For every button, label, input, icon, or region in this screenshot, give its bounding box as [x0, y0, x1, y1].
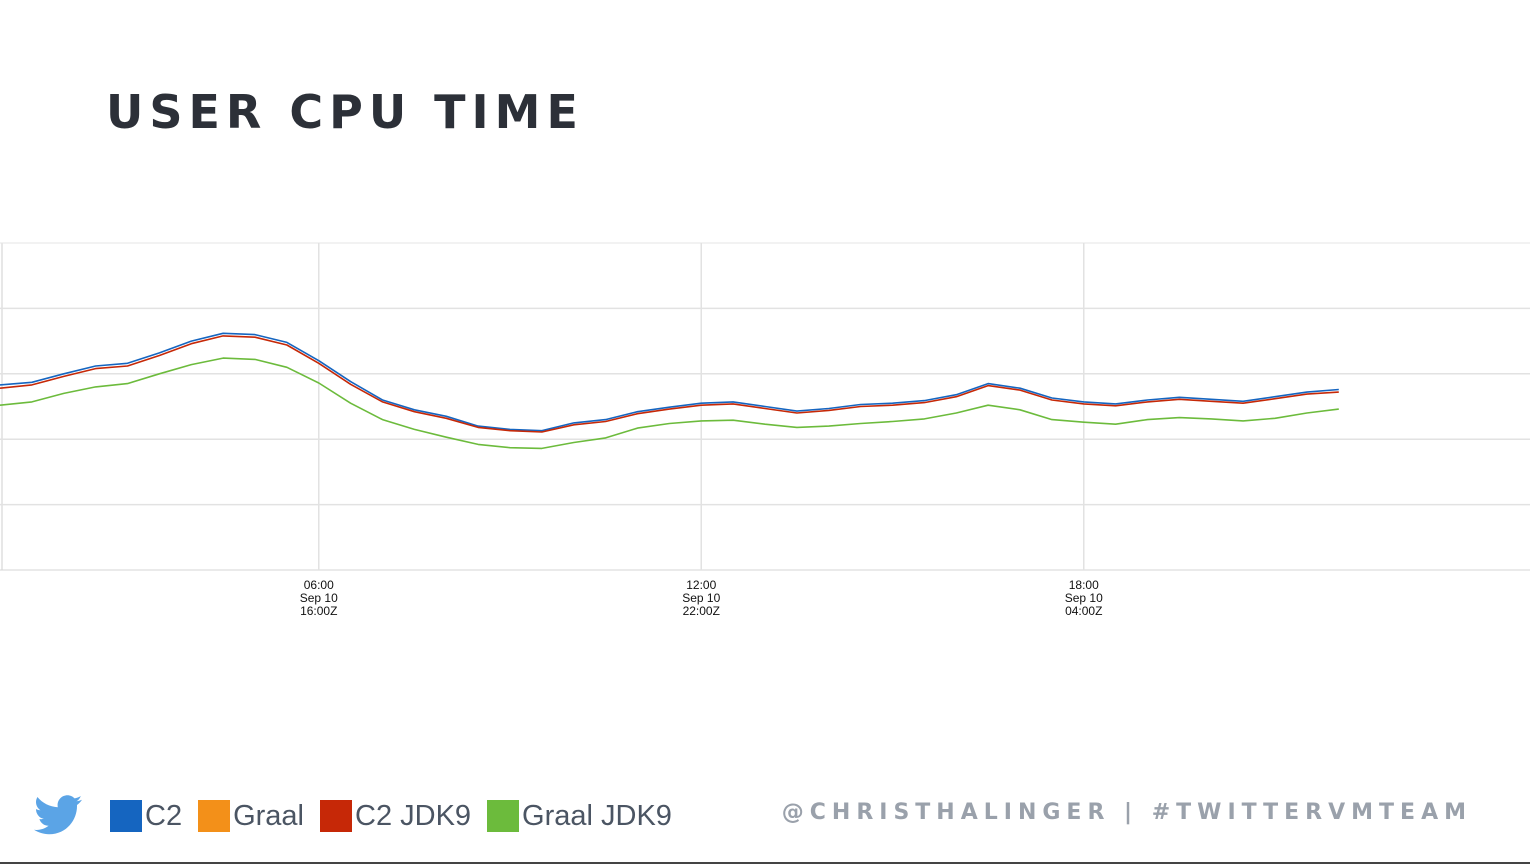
x-tick-label: 06:00 Sep 10 16:00Z [300, 578, 338, 618]
legend-swatch-c2-jdk9 [320, 800, 352, 832]
twitter-bird-icon [34, 795, 82, 835]
legend-swatch-c2 [110, 800, 142, 832]
x-tick-label: 18:00 Sep 10 04:00Z [1065, 578, 1103, 618]
x-tick-label-line: 16:00Z [300, 604, 337, 618]
legend-label: C2 [145, 800, 183, 832]
series-line-c2 [0, 332, 1339, 432]
x-axis: 06:00 Sep 10 16:00Z12:00 Sep 10 22:00Z18:00 S… [300, 578, 1103, 618]
x-tick-label-line: Sep 10 [682, 591, 720, 605]
series-line-c2-jdk9 [0, 335, 1339, 433]
legend-label: C2 JDK9 [355, 800, 472, 832]
legend-item-c2-jdk9: C2 JDK9 [320, 800, 471, 832]
legend: C2 Graal C2 JDK9 Graal JDK9 [110, 798, 688, 834]
legend-swatch-graal [198, 800, 231, 832]
legend-item-c2: C2 [110, 800, 182, 832]
legend-item-graal-jdk9: Graal JDK9 [487, 800, 672, 832]
x-tick-label-line: 22:00Z [683, 604, 720, 618]
legend-label: Graal [233, 800, 304, 832]
x-tick-label-line: 06:00 [304, 578, 334, 592]
x-tick-label: 12:00 Sep 10 22:00Z [682, 578, 720, 618]
x-tick-label-line: 18:00 [1069, 578, 1099, 592]
footer-handle: @CHRISTHALINGER | #TWITTERVMTEAM [781, 800, 1472, 825]
legend-item-graal: Graal [198, 800, 304, 832]
slide-title: USER CPU TIME [106, 85, 584, 139]
x-tick-label-line: Sep 10 [1065, 591, 1103, 605]
x-tick-label-line: 12:00 [686, 578, 716, 592]
legend-swatch-graal-jdk9 [487, 800, 520, 832]
legend-label: Graal JDK9 [522, 800, 672, 832]
x-tick-label-line: 04:00Z [1065, 604, 1102, 618]
chart-series [0, 332, 1339, 450]
x-tick-label-line: Sep 10 [300, 591, 338, 605]
